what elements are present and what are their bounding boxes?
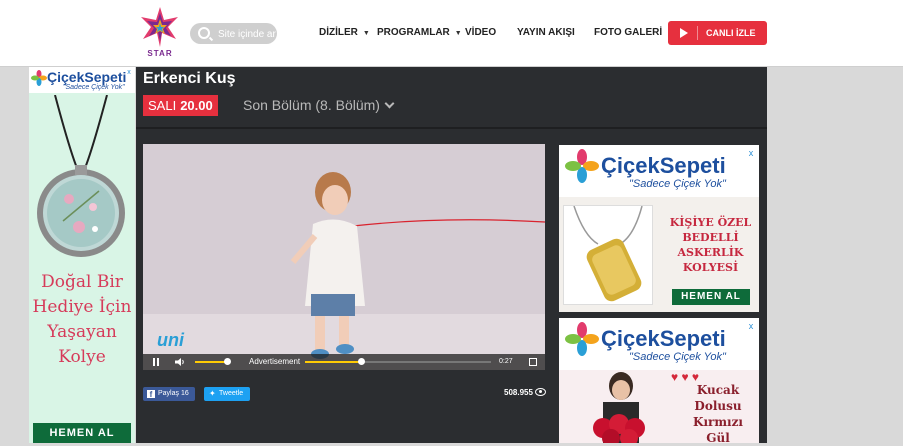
left-ad-banner[interactable]: ÇiçekSepeti "Sadece Çiçek Yok" x Doğal B… — [29, 67, 135, 443]
caret-down-icon: ▼ — [454, 30, 462, 37]
ad-logo: ÇiçekSepeti "Sadece Çiçek Yok" x — [559, 145, 759, 197]
nav-programlar[interactable]: PROGRAMLAR ▼ — [377, 27, 462, 38]
roses-bouquet-image — [593, 372, 645, 443]
ad-line: Kolye — [58, 347, 106, 367]
progress-bar[interactable] — [305, 358, 491, 365]
ad-buy-button[interactable]: HEMEN AL — [33, 423, 131, 443]
right-ad-banner-2[interactable]: ÇiçekSepeti "Sadece Çiçek Yok" x ♥ ♥ ♥ K… — [559, 318, 759, 446]
ad-line: Hediye İçin — [32, 297, 132, 317]
broadcast-time: 20.00 — [180, 98, 213, 113]
ad-slogan: "Sadece Çiçek Yok" — [63, 84, 125, 91]
ad-close-icon[interactable]: x — [125, 69, 133, 77]
dog-tag-necklace-image — [563, 205, 653, 305]
progress-fill — [305, 361, 361, 363]
ad-copy: Kucak Dolusu Kırmızı Gül — [677, 382, 759, 446]
player-controls: Advertisement 0:27 — [143, 354, 545, 370]
volume-knob[interactable] — [224, 358, 231, 365]
ad-copy: KİŞİYE ÖZEL BEDELLİ ASKERLİK KOLYESİ — [662, 215, 759, 275]
volume-slider[interactable] — [195, 361, 227, 363]
twitter-share-label: Tweetle — [219, 390, 244, 397]
ad-slogan: "Sadece Çiçek Yok" — [629, 178, 726, 190]
ad-brand: ÇiçekSepeti — [601, 326, 726, 351]
ad-buy-button[interactable]: HEMEN AL — [672, 289, 750, 305]
broadcast-day: SALI — [148, 98, 177, 113]
facebook-share-button[interactable]: f Paylaş 16 — [143, 387, 195, 401]
episode-label: Son Bölüm (8. Bölüm) — [243, 97, 380, 113]
facebook-share-label: Paylaş 16 — [158, 390, 189, 397]
nav-label: DİZİLER — [319, 27, 358, 38]
ad-line: KOLYESİ — [682, 261, 739, 274]
star-logo-icon — [141, 7, 178, 47]
progress-knob[interactable] — [357, 358, 365, 365]
ad-line: Kırmızı — [693, 415, 743, 429]
view-count-value: 508.955 — [504, 388, 533, 397]
necklace-image — [37, 95, 125, 257]
live-watch-label: CANLI İZLE — [706, 28, 756, 38]
ad-brand: ÇiçekSepeti — [47, 69, 127, 85]
ad-line: Doğal Bir — [41, 272, 123, 292]
search-input[interactable] — [216, 26, 278, 43]
video-player[interactable]: uni Advertisement 0:27 — [143, 144, 545, 370]
flower-logo-icon — [565, 322, 599, 356]
facebook-icon: f — [147, 390, 155, 399]
nav-label: PROGRAMLAR — [377, 27, 450, 38]
panel-divider — [136, 127, 767, 129]
search-box[interactable] — [190, 23, 278, 44]
ad-slogan: "Sadece Çiçek Yok" — [629, 351, 726, 363]
channel-overlay-logo: uni — [157, 330, 184, 350]
time-remaining: 0:27 — [499, 358, 513, 365]
ad-line: ASKERLİK — [677, 246, 744, 259]
nav-label: FOTO GALERİ — [594, 27, 663, 38]
nav-label: YAYIN AKIŞI — [517, 27, 575, 38]
chevron-down-icon — [384, 98, 395, 109]
ad-logo: ÇiçekSepeti "Sadece Çiçek Yok" x — [29, 67, 135, 93]
advertisement-label: Advertisement — [249, 357, 301, 366]
ad-line: Dolusu — [694, 399, 742, 413]
view-count: 508.955 — [504, 387, 546, 397]
caret-down-icon: ▼ — [362, 30, 370, 37]
ad-logo: ÇiçekSepeti "Sadece Çiçek Yok" x — [559, 318, 759, 370]
site-header: STAR DİZİLER ▼ PROGRAMLAR ▼ VİDEO YAYIN AK… — [0, 0, 903, 67]
button-divider — [697, 26, 698, 40]
star-logo[interactable]: STAR — [136, 5, 184, 61]
nav-label: VİDEO — [465, 27, 497, 38]
ad-line: KİŞİYE ÖZEL — [669, 216, 752, 229]
ad-line: Yaşayan — [47, 322, 117, 342]
ad-left-copy: Doğal Bir Hediye İçin Yaşayan Kolye — [29, 270, 135, 370]
flower-logo-icon — [31, 70, 47, 86]
video-frame — [143, 144, 545, 370]
nav-yayin-akisi[interactable]: YAYIN AKIŞI — [517, 27, 575, 38]
nav-foto-galeri[interactable]: FOTO GALERİ — [594, 27, 662, 38]
search-icon — [198, 27, 210, 39]
live-watch-button[interactable]: CANLI İZLE — [668, 21, 767, 45]
show-title[interactable]: Erkenci Kuş — [143, 70, 235, 88]
pause-icon[interactable] — [153, 358, 160, 366]
ad-line: Gül — [706, 431, 730, 445]
fullscreen-icon[interactable] — [529, 358, 537, 366]
right-ad-banner-1[interactable]: ÇiçekSepeti "Sadece Çiçek Yok" x KİŞİYE … — [559, 145, 759, 312]
eye-icon — [534, 388, 546, 396]
nav-video[interactable]: VİDEO — [465, 27, 496, 38]
ad-close-icon[interactable]: x — [746, 321, 756, 331]
ad-line: BEDELLİ — [682, 231, 739, 244]
ad-line: Kucak — [696, 383, 740, 397]
flower-logo-icon — [565, 149, 599, 183]
episode-selector[interactable]: Son Bölüm (8. Bölüm) — [243, 97, 395, 113]
twitter-share-button[interactable]: ✦ Tweetle — [204, 387, 250, 401]
nav-diziler[interactable]: DİZİLER ▼ — [319, 27, 370, 38]
play-icon — [680, 28, 688, 38]
ad-close-icon[interactable]: x — [746, 148, 756, 158]
ad-brand: ÇiçekSepeti — [601, 153, 726, 178]
twitter-icon: ✦ — [209, 389, 216, 398]
logo-text: STAR — [147, 49, 173, 58]
volume-icon[interactable] — [175, 358, 185, 366]
broadcast-time-badge: SALI 20.00 — [143, 95, 218, 116]
